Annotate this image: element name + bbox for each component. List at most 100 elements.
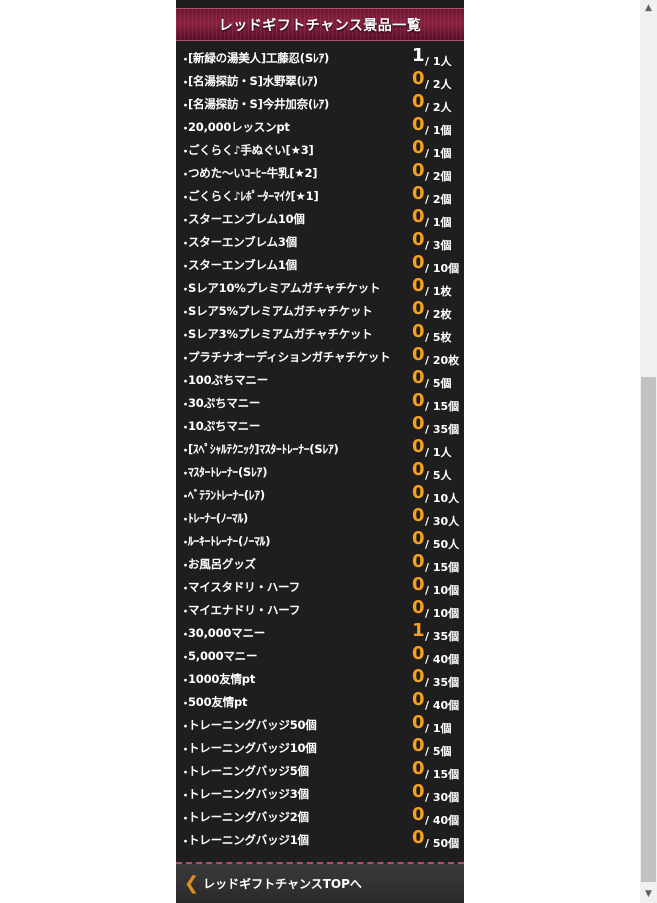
- prize-total: / 2個: [425, 193, 452, 206]
- prize-count: 0: [412, 413, 425, 434]
- prize-count: 0: [412, 735, 425, 756]
- prize-count: 0: [412, 275, 425, 296]
- page-viewport: レッドギフトチャンス景品一覧 ・ [新緑の湯美人]工藤忍(Sﾚｱ) 1/ 1人・ [名…: [0, 0, 640, 903]
- prize-row: ・トレーニングバッジ5個 0/ 15個: [176, 758, 464, 783]
- prize-total: / 5枚: [425, 331, 452, 344]
- arrow-up-icon[interactable]: ▲: [640, 0, 657, 17]
- prize-total: / 3個: [425, 239, 452, 252]
- prize-name: トレーニングバッジ5個: [188, 764, 309, 778]
- prize-total: / 15個: [425, 768, 460, 781]
- prize-name: [新緑の湯美人]工藤忍(Sﾚｱ): [188, 51, 330, 65]
- prize-row: ・ Sレア10%プレミアムガチャチケット 0/ 1枚: [176, 275, 464, 300]
- prize-total: / 1個: [425, 216, 452, 229]
- prize-total: / 5個: [425, 377, 452, 390]
- prize-row: ・トレーニングバッジ3個 0/ 30個: [176, 781, 464, 806]
- prize-row: ・ 5,000マニー 0/ 40個: [176, 643, 464, 668]
- prize-name: 20,000レッスンpt: [188, 120, 290, 134]
- prize-row: ・マイスタドリ・ハーフ 0/ 10個: [176, 574, 464, 599]
- prize-total: / 30個: [425, 791, 460, 804]
- prize-row: ・ 30ぷちマニー 0/ 15個: [176, 390, 464, 415]
- prize-name: 500友情pt: [188, 695, 248, 709]
- prize-total: / 1個: [425, 722, 452, 735]
- prize-count: 0: [412, 643, 425, 664]
- prize-count: 0: [412, 206, 425, 227]
- prize-name: お風呂グッズ: [188, 557, 256, 571]
- prize-name: 30,000マニー: [188, 626, 266, 640]
- prize-count: 0: [412, 344, 425, 365]
- prize-list: ・ [新緑の湯美人]工藤忍(Sﾚｱ) 1/ 1人・ [名湯探訪・S]水野翠(ﾚｱ) 0/…: [176, 45, 464, 852]
- prize-total: / 20枚: [425, 354, 460, 367]
- prize-row: ・ Sレア3%プレミアムガチャチケット 0/ 5枚: [176, 321, 464, 346]
- prize-total: / 50人: [425, 538, 460, 551]
- back-to-top-button[interactable]: ❮ レッドギフトチャンスTOPへ: [176, 862, 464, 903]
- prize-count: 0: [412, 91, 425, 112]
- prize-row: ・ 30,000マニー 1/ 35個: [176, 620, 464, 645]
- prize-total: / 5個: [425, 745, 452, 758]
- page-header: レッドギフトチャンス景品一覧: [176, 8, 464, 41]
- prize-name: スターエンブレム1個: [188, 258, 297, 272]
- prize-name: トレーニングバッジ10個: [188, 741, 317, 755]
- prize-row: ・つめた～いｺｰﾋｰ牛乳[★2] 0/ 2個: [176, 160, 464, 185]
- prize-row: ・スターエンブレム1個 0/ 10個: [176, 252, 464, 277]
- prize-name: スターエンブレム10個: [188, 212, 305, 226]
- prize-row: ・ﾏｽﾀｰﾄﾚｰﾅｰ(Sﾚｱ) 0/ 5人: [176, 459, 464, 484]
- prize-count: 0: [412, 137, 425, 158]
- prize-name: Sレア5%プレミアムガチャチケット: [188, 304, 373, 318]
- prize-count: 0: [412, 114, 425, 135]
- prize-row: ・ 20,000レッスンpt 0/ 1個: [176, 114, 464, 139]
- arrow-down-icon[interactable]: ▼: [640, 886, 657, 903]
- prize-total: / 10個: [425, 607, 460, 620]
- prize-row: ・お風呂グッズ 0/ 15個: [176, 551, 464, 576]
- prize-name: ﾙｰｷｰﾄﾚｰﾅｰ(ﾉｰﾏﾙ): [188, 534, 271, 548]
- prize-count: 0: [412, 597, 425, 618]
- prize-name: プラチナオーディションガチャチケット: [188, 350, 391, 364]
- prize-row: ・ﾄﾚｰﾅｰ(ﾉｰﾏﾙ) 0/ 30人: [176, 505, 464, 530]
- prize-total: / 40個: [425, 814, 460, 827]
- prize-count: 0: [412, 804, 425, 825]
- prize-row: ・ [名湯探訪・S]水野翠(ﾚｱ) 0/ 2人: [176, 68, 464, 93]
- prize-total: / 40個: [425, 653, 460, 666]
- prize-count: 0: [412, 252, 425, 273]
- prize-count: 0: [412, 321, 425, 342]
- prize-row: ・ﾙｰｷｰﾄﾚｰﾅｰ(ﾉｰﾏﾙ) 0/ 50人: [176, 528, 464, 553]
- prize-name: ごくらく♪ﾚﾎﾟｰﾀｰﾏｲｸ[★1]: [188, 189, 319, 203]
- prize-total: / 15個: [425, 400, 460, 413]
- scrollbar-thumb[interactable]: [641, 377, 656, 882]
- prize-name: Sレア10%プレミアムガチャチケット: [188, 281, 381, 295]
- prize-count: 0: [412, 183, 425, 204]
- prize-row: ・ [新緑の湯美人]工藤忍(Sﾚｱ) 1/ 1人: [176, 45, 464, 70]
- prize-total: / 40個: [425, 699, 460, 712]
- prize-name: [名湯探訪・S]水野翠(ﾚｱ): [188, 74, 318, 88]
- prize-row: ・ 10ぷちマニー 0/ 35個: [176, 413, 464, 438]
- prize-count: 0: [412, 758, 425, 779]
- prize-row: ・ 500友情pt 0/ 40個: [176, 689, 464, 714]
- prize-total: / 10個: [425, 262, 460, 275]
- prize-count: 0: [412, 459, 425, 480]
- prize-row: ・マイエナドリ・ハーフ 0/ 10個: [176, 597, 464, 622]
- prize-total: / 5人: [425, 469, 452, 482]
- prize-total: / 2人: [425, 101, 452, 114]
- prize-total: / 1個: [425, 147, 452, 160]
- prize-row: ・トレーニングバッジ1個 0/ 50個: [176, 827, 464, 852]
- prize-row: ・ 100ぷちマニー 0/ 5個: [176, 367, 464, 392]
- prize-count: 0: [412, 574, 425, 595]
- prize-row: ・ [名湯探訪・S]今井加奈(ﾚｱ) 0/ 2人: [176, 91, 464, 116]
- prize-name: トレーニングバッジ1個: [188, 833, 309, 847]
- prize-row: ・ Sレア5%プレミアムガチャチケット 0/ 2枚: [176, 298, 464, 323]
- prize-total: / 1枚: [425, 285, 452, 298]
- prize-count: 0: [412, 68, 425, 89]
- vertical-scrollbar[interactable]: ▲ ▼: [640, 0, 657, 903]
- prize-name: スターエンブレム3個: [188, 235, 297, 249]
- prize-name: ﾍﾞﾃﾗﾝﾄﾚｰﾅｰ(ﾚｱ): [188, 488, 265, 502]
- prize-name: トレーニングバッジ50個: [188, 718, 317, 732]
- back-to-top-label: レッドギフトチャンスTOPへ: [203, 877, 362, 891]
- prize-name: つめた～いｺｰﾋｰ牛乳[★2]: [188, 166, 318, 180]
- prize-total: / 15個: [425, 561, 460, 574]
- prize-total: / 10人: [425, 492, 460, 505]
- prize-count: 0: [412, 482, 425, 503]
- prize-name: [ｽﾍﾟｼｬﾙﾃｸﾆｯｸ]ﾏｽﾀｰﾄﾚｰﾅｰ(Sﾚｱ): [188, 442, 339, 456]
- prize-count: 0: [412, 298, 425, 319]
- prize-count: 0: [412, 689, 425, 710]
- prize-total: / 30人: [425, 515, 460, 528]
- prize-name: トレーニングバッジ2個: [188, 810, 309, 824]
